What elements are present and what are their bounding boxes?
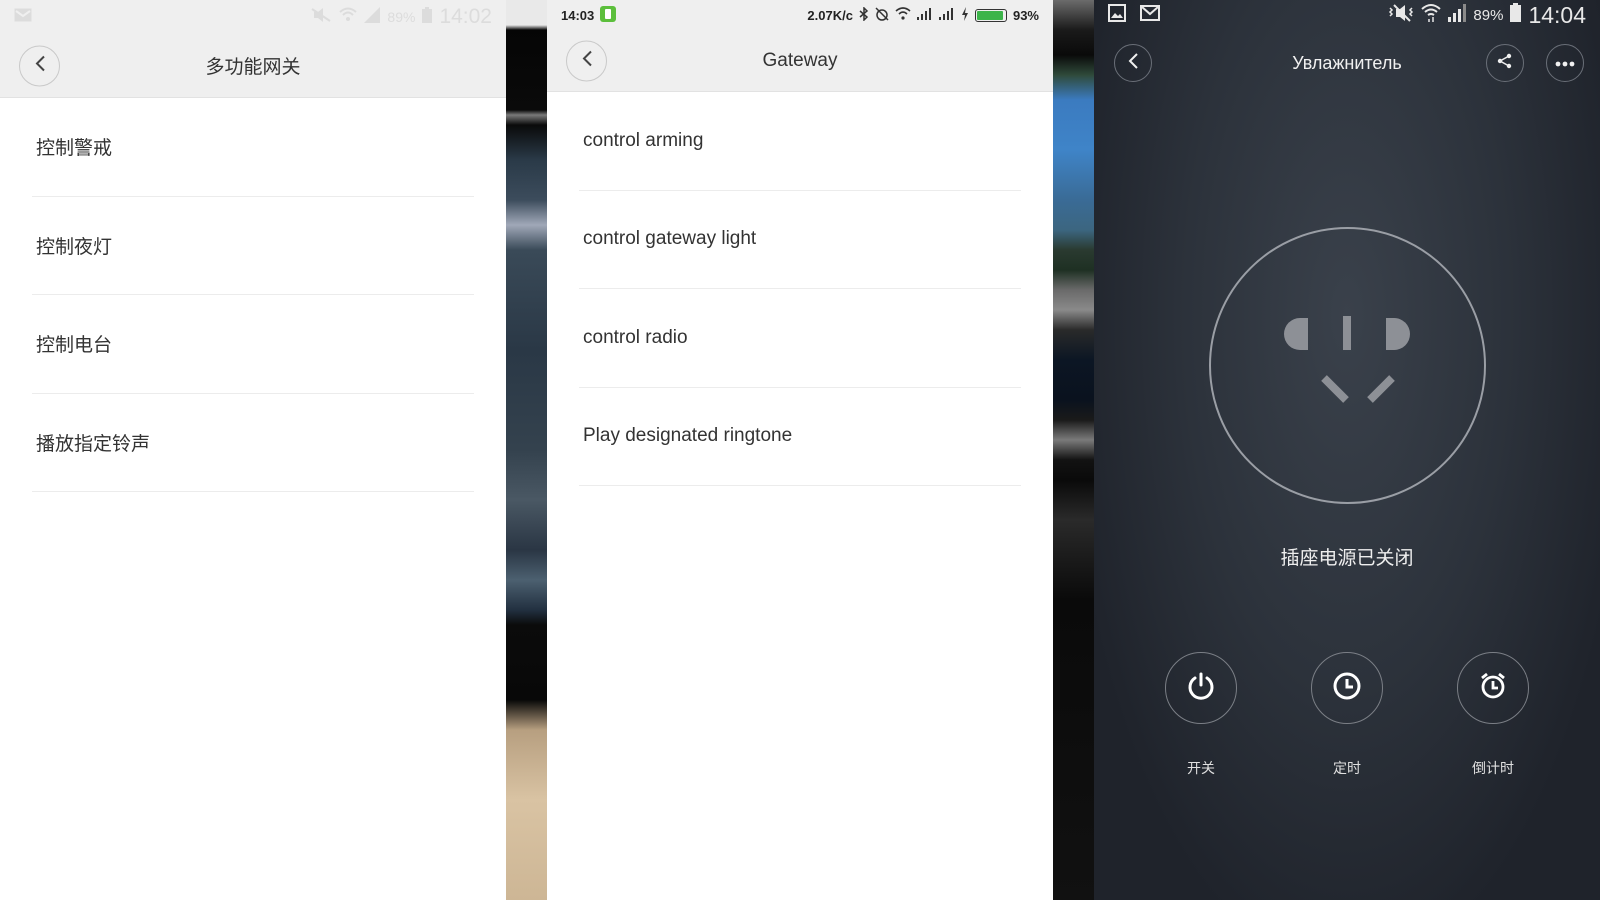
list-item-label: 控制电台 xyxy=(36,335,113,357)
chevron-left-icon xyxy=(581,49,593,72)
control-label: 开关 xyxy=(1187,760,1215,776)
clock-time: 14:04 xyxy=(1528,1,1586,28)
power-icon xyxy=(1186,671,1216,706)
signal-icon-sim2 xyxy=(938,7,955,23)
list-item-control-radio[interactable]: 控制电台 xyxy=(32,295,474,394)
gmail-icon xyxy=(1140,4,1160,26)
share-icon xyxy=(1497,53,1513,74)
signal-icon xyxy=(364,6,381,28)
status-bar: 89% 14:04 xyxy=(1094,0,1600,30)
more-button[interactable] xyxy=(1546,44,1584,82)
clock-time: 14:02 xyxy=(439,5,492,28)
charging-icon xyxy=(961,6,969,24)
background-gap-left xyxy=(506,0,547,900)
list-item-label: 控制夜灯 xyxy=(36,236,113,258)
battery-icon xyxy=(1510,3,1522,27)
list-item-play-ringtone[interactable]: Play designated ringtone xyxy=(579,388,1021,486)
page-title: Увлажнитель xyxy=(1292,52,1402,73)
share-button[interactable] xyxy=(1486,44,1524,82)
list-item-control-radio[interactable]: control radio xyxy=(579,289,1021,388)
battery-icon xyxy=(974,8,1007,22)
signal-icon xyxy=(1448,3,1467,27)
header: Gateway xyxy=(547,30,1053,92)
panel-gateway-english: 14:03 2.07K/c 93% Gateway control arming… xyxy=(547,0,1053,900)
list-item-label: 播放指定铃声 xyxy=(36,433,151,455)
header: Увлажнитель xyxy=(1094,30,1600,96)
countdown-button[interactable] xyxy=(1457,652,1529,724)
battery-percent: 93% xyxy=(1012,7,1039,23)
schedule-button[interactable] xyxy=(1311,652,1383,724)
more-dots-icon xyxy=(1555,54,1575,72)
chevron-left-icon xyxy=(1127,52,1139,75)
notification-icon xyxy=(600,5,617,25)
wifi-icon xyxy=(895,7,911,23)
status-bar: 14:03 2.07K/c 93% xyxy=(547,0,1053,30)
list-item-label: control radio xyxy=(583,326,688,348)
panel-gateway-chinese: 89% 14:02 多功能网关 控制警戒 控制夜灯 控制电台 播放指定铃声 xyxy=(0,0,506,900)
wifi-icon xyxy=(339,7,358,28)
header: 多功能网关 xyxy=(0,34,506,98)
power-button[interactable] xyxy=(1165,652,1237,724)
list-item-label: control gateway light xyxy=(583,228,757,250)
background-gap-right xyxy=(1053,0,1094,900)
list-item-control-light[interactable]: 控制夜灯 xyxy=(32,197,474,295)
mute-icon xyxy=(310,7,332,27)
control-label: 倒计时 xyxy=(1472,760,1514,776)
chevron-left-icon xyxy=(34,54,46,77)
action-list: 控制警戒 控制夜灯 控制电台 播放指定铃声 xyxy=(0,98,506,492)
schedule-control[interactable]: 定时 xyxy=(1311,652,1383,778)
gallery-icon xyxy=(1108,3,1126,27)
list-item-control-arming[interactable]: 控制警戒 xyxy=(32,98,474,197)
network-speed: 2.07K/c xyxy=(807,7,853,23)
battery-icon xyxy=(422,6,433,28)
back-button[interactable] xyxy=(19,45,60,86)
wifi-icon xyxy=(1421,3,1442,28)
list-item-control-arming[interactable]: control arming xyxy=(579,92,1021,191)
signal-icon-sim1 xyxy=(916,7,933,23)
power-control[interactable]: 开关 xyxy=(1165,652,1237,778)
list-item-label: control arming xyxy=(583,129,704,151)
battery-percent: 89% xyxy=(1473,6,1504,24)
back-button[interactable] xyxy=(566,40,607,81)
mute-vibrate-icon xyxy=(1388,3,1414,27)
page-title: Gateway xyxy=(762,49,838,71)
page-title: 多功能网关 xyxy=(205,57,301,78)
panel-humidifier: 89% 14:04 Увлажнитель 插座电源已关闭 开关 定时 倒计时 xyxy=(1094,0,1600,900)
bluetooth-icon xyxy=(859,5,869,24)
list-item-label: Play designated ringtone xyxy=(583,425,793,447)
list-item-play-ringtone[interactable]: 播放指定铃声 xyxy=(32,394,474,492)
countdown-control[interactable]: 倒计时 xyxy=(1457,652,1529,778)
back-button[interactable] xyxy=(1114,44,1152,82)
clock-time: 14:03 xyxy=(561,7,595,23)
list-item-control-gateway-light[interactable]: control gateway light xyxy=(579,191,1021,289)
gmail-icon xyxy=(14,8,32,27)
battery-percent: 89% xyxy=(387,9,416,25)
alarm-off-icon xyxy=(875,6,889,24)
status-bar: 89% 14:02 xyxy=(0,0,506,34)
clock-icon xyxy=(1332,671,1362,706)
battery-fill xyxy=(976,10,1003,20)
socket-status-text: 插座电源已关闭 xyxy=(1280,548,1414,569)
list-item-label: 控制警戒 xyxy=(36,138,113,160)
control-label: 定时 xyxy=(1333,760,1361,776)
socket-outlet-icon xyxy=(1276,300,1420,420)
alarm-clock-icon xyxy=(1478,671,1508,706)
control-bar: 开关 定时 倒计时 xyxy=(1094,652,1600,778)
action-list: control arming control gateway light con… xyxy=(547,92,1053,486)
